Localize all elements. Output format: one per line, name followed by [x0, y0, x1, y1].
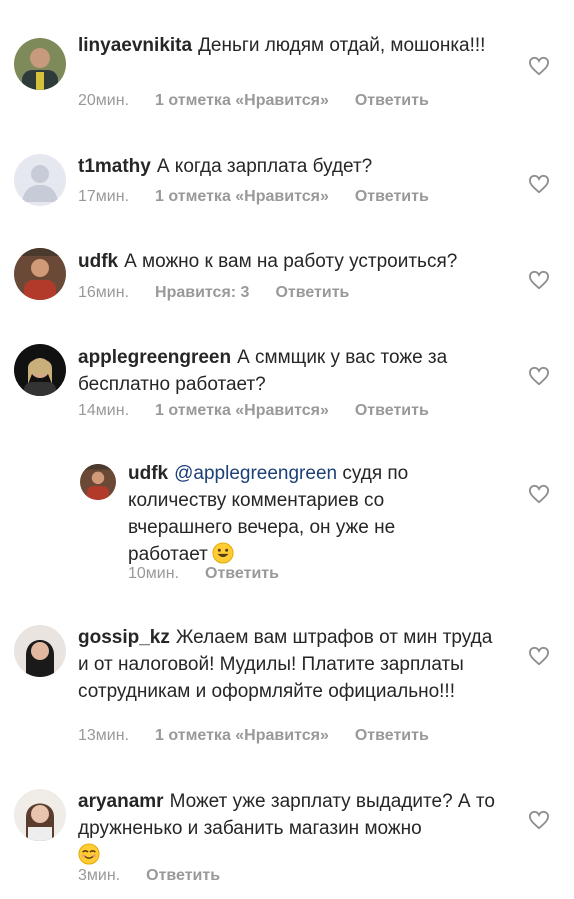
comment-text: Деньги людям отдай, мошонка!!! — [198, 35, 486, 56]
likes-count-link[interactable]: 1 отметка «Нравится» — [155, 188, 329, 205]
comment-meta: 3мин. Ответить — [78, 867, 246, 885]
timestamp: 20мин. — [78, 92, 130, 109]
comment-body: t1mathy А когда зарплата будет? — [78, 153, 508, 180]
avatar[interactable] — [14, 625, 66, 677]
comment-text: А когда зарплата будет? — [156, 156, 373, 177]
avatar[interactable] — [80, 464, 116, 500]
avatar[interactable] — [14, 154, 66, 206]
heart-outline-icon[interactable] — [528, 366, 550, 386]
smiling-face-emoji — [78, 843, 100, 865]
comment-body: applegreengreen А сммщик у вас тоже за бе… — [78, 344, 508, 398]
avatar[interactable] — [14, 344, 66, 396]
username-link[interactable]: udfk — [78, 251, 118, 272]
comment-body: udfk А можно к вам на работу устроиться? — [78, 248, 518, 275]
likes-count-link[interactable]: 1 отметка «Нравится» — [155, 402, 329, 419]
likes-count-link[interactable]: Нравится: 3 — [155, 284, 249, 301]
timestamp: 13мин. — [78, 727, 130, 744]
timestamp: 3мин. — [78, 867, 121, 884]
timestamp: 14мин. — [78, 402, 130, 419]
username-link[interactable]: gossip_kz — [78, 627, 170, 648]
comment-body: linyaevnikita Деньги людям отдай, мошонка… — [78, 32, 508, 59]
heart-outline-icon[interactable] — [528, 56, 550, 76]
comment-meta: 10мин. Ответить — [128, 565, 305, 583]
username-link[interactable]: linyaevnikita — [78, 35, 192, 56]
heart-outline-icon[interactable] — [528, 646, 550, 666]
username-link[interactable]: aryanamr — [78, 791, 164, 812]
heart-outline-icon[interactable] — [528, 484, 550, 504]
username-link[interactable]: t1mathy — [78, 156, 151, 177]
comment-meta: 16мин. Нравится: 3 Ответить — [78, 284, 375, 302]
reply-button[interactable]: Ответить — [355, 402, 429, 419]
smiling-face-emoji — [212, 542, 234, 564]
timestamp: 17мин. — [78, 188, 130, 205]
comment-body: udfk @applegreengreen судя по количеству … — [128, 460, 428, 568]
reply-button[interactable]: Ответить — [205, 565, 279, 582]
reply-button[interactable]: Ответить — [355, 92, 429, 109]
timestamp: 10мин. — [128, 565, 180, 582]
heart-outline-icon[interactable] — [528, 270, 550, 290]
timestamp: 16мин. — [78, 284, 130, 301]
avatar[interactable] — [14, 248, 66, 300]
username-link[interactable]: applegreengreen — [78, 347, 231, 368]
reply-button[interactable]: Ответить — [146, 867, 220, 884]
mention-link[interactable]: @applegreengreen — [174, 463, 337, 484]
comment-meta: 17мин. 1 отметка «Нравится» Ответить — [78, 188, 455, 206]
reply-button[interactable]: Ответить — [355, 727, 429, 744]
comment-body: gossip_kz Желаем вам штрафов от мин труда… — [78, 624, 508, 705]
likes-count-link[interactable]: 1 отметка «Нравится» — [155, 727, 329, 744]
heart-outline-icon[interactable] — [528, 810, 550, 830]
likes-count-link[interactable]: 1 отметка «Нравится» — [155, 92, 329, 109]
comment-meta: 14мин. 1 отметка «Нравится» Ответить — [78, 402, 455, 420]
avatar[interactable] — [14, 38, 66, 90]
comment-meta: 13мин. 1 отметка «Нравится» Ответить — [78, 727, 455, 745]
reply-button[interactable]: Ответить — [355, 188, 429, 205]
heart-outline-icon[interactable] — [528, 174, 550, 194]
comment-body: aryanamr Может уже зарплату выдадите? А т… — [78, 788, 508, 869]
username-link[interactable]: udfk — [128, 463, 168, 484]
avatar[interactable] — [14, 789, 66, 841]
reply-button[interactable]: Ответить — [275, 284, 349, 301]
comment-text: А можно к вам на работу устроиться? — [124, 251, 458, 272]
comment-meta: 20мин. 1 отметка «Нравится» Ответить — [78, 92, 455, 110]
